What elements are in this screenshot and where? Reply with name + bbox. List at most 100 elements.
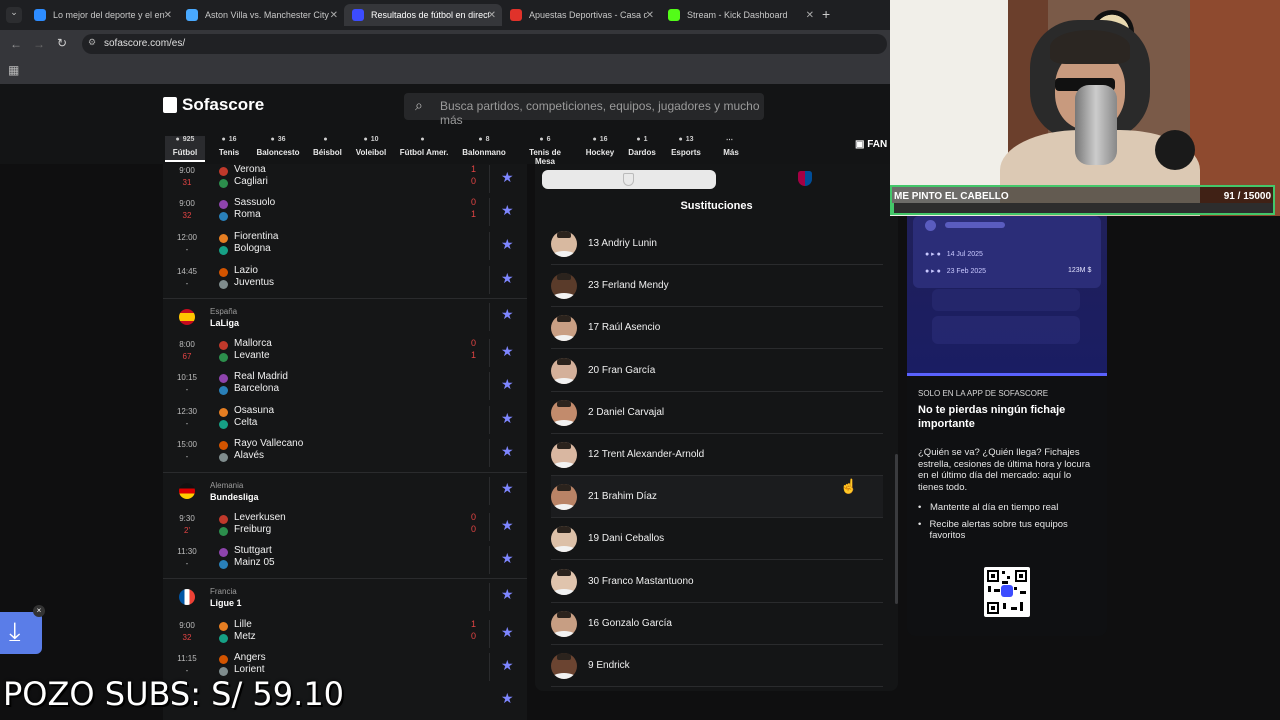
home-score: 0 [471, 197, 477, 207]
substitute-row[interactable]: 16 Gonzalo García [551, 603, 883, 645]
forward-icon[interactable]: → [33, 37, 45, 51]
baseball-icon: ● [323, 136, 328, 143]
league-header[interactable]: Alemania Bundesliga ★ [163, 472, 527, 507]
search-input[interactable]: ⌕ Busca partidos, competiciones, equipos… [404, 93, 764, 127]
favorite-star-icon[interactable]: ★ [501, 306, 514, 323]
match-row[interactable]: 10:15 - Real Madrid Barcelona ★ [163, 370, 527, 403]
player-avatar [551, 357, 577, 384]
row-divider [489, 266, 490, 294]
sport-tab-more[interactable]: ⋯ Más [720, 136, 742, 162]
sport-tab-tennis[interactable]: ● 16 Tenis [214, 136, 244, 162]
substitute-row[interactable]: 19 Dani Ceballos [551, 518, 883, 561]
favorite-star-icon[interactable]: ★ [501, 410, 514, 427]
browser-tab[interactable]: Stream - Kick Dashboard ✕ [660, 4, 820, 26]
sport-tab-football[interactable]: ● 925 Fútbol [165, 136, 205, 162]
sport-tab-volleyball[interactable]: ● 10 Voleibol [355, 136, 387, 162]
browser-tab[interactable]: Aston Villa vs. Manchester City ✕ [178, 4, 344, 26]
player-avatar [551, 653, 577, 679]
favorite-star-icon[interactable]: ★ [501, 236, 514, 253]
fan-button[interactable]: ▣ FAN [855, 139, 887, 150]
match-row[interactable]: 14:45 - Lazio Juventus ★ [163, 264, 527, 297]
match-row[interactable]: 12:30 - Osasuna Celta ★ [163, 404, 527, 437]
url-text: sofascore.com/es/ [104, 38, 186, 49]
favorite-star-icon[interactable]: ★ [501, 624, 514, 641]
match-row[interactable]: 11:30 - Stuttgart Mainz 05 ★ [163, 544, 527, 577]
favorite-star-icon[interactable]: ★ [501, 550, 514, 567]
browser-tab[interactable]: Lo mejor del deporte y el entre ✕ [26, 4, 178, 26]
match-status: 31 [182, 178, 192, 187]
favorite-star-icon[interactable]: ★ [501, 657, 514, 674]
tab-close-icon[interactable]: ✕ [330, 10, 338, 21]
tab-close-icon[interactable]: ✕ [806, 10, 814, 21]
panel-scrollbar[interactable] [895, 454, 898, 604]
apps-grid-icon[interactable]: ▦ [8, 63, 19, 77]
new-tab-icon[interactable]: + [822, 6, 830, 22]
favorite-star-icon[interactable]: ★ [501, 376, 514, 393]
tab-search-icon[interactable]: ⌄ [6, 7, 22, 23]
esports-icon: ● [678, 136, 683, 143]
team-tab-home[interactable] [542, 170, 716, 189]
home-crest-icon [219, 268, 228, 277]
match-row[interactable]: 12:00 - Fiorentina Bologna ★ [163, 230, 527, 263]
match-row[interactable]: 9:30 2' Leverkusen Freiburg 0 0 ★ [163, 511, 527, 544]
site-info-icon[interactable]: ⚙ [88, 37, 96, 48]
back-icon[interactable]: ← [10, 37, 22, 51]
tab-close-icon[interactable]: ✕ [488, 10, 496, 21]
player-name: 2 Daniel Carvajal [588, 406, 665, 418]
favorite-star-icon[interactable]: ★ [501, 517, 514, 534]
sofascore-logo[interactable]: Sofascore [163, 95, 264, 115]
match-row[interactable]: 9:00 32 Sassuolo Roma 0 1 ★ [163, 196, 527, 229]
sport-tab-baseball[interactable]: ● Béisbol [313, 136, 342, 162]
substitute-row[interactable]: 13 Andriy Lunin [551, 223, 883, 265]
sport-tab-esports[interactable]: ● 13 Esports [670, 136, 702, 162]
league-header[interactable]: Francia Ligue 1 ★ [163, 578, 527, 613]
sport-tab-american-football[interactable]: ● Fútbol Amer. [399, 136, 449, 162]
substitute-row[interactable]: 20 Fran García [551, 350, 883, 392]
favorite-star-icon[interactable]: ★ [501, 169, 514, 186]
close-icon[interactable]: × [33, 605, 45, 617]
tab-close-icon[interactable]: ✕ [164, 10, 172, 21]
match-status: 32 [182, 211, 192, 220]
match-row[interactable]: 8:00 67 Mallorca Levante 0 1 ★ [163, 337, 527, 370]
sport-tab-table-tennis[interactable]: ● 6 Tenis de Mesa [518, 136, 572, 166]
substitute-row[interactable]: 9 Endrick [551, 645, 883, 687]
substitute-row[interactable]: 23 Ferland Mendy [551, 265, 883, 308]
substitute-row[interactable]: 30 Franco Mastantuono [551, 561, 883, 603]
browser-tab[interactable]: Apuestas Deportivas - Casa de ✕ [502, 4, 660, 26]
match-row[interactable]: 9:00 32 Lille Metz 1 0 ★ [163, 618, 527, 651]
home-crest-icon [219, 548, 228, 557]
sport-tab-handball[interactable]: ● 8 Balonmano [461, 136, 507, 162]
reload-icon[interactable]: ↻ [57, 36, 67, 50]
browser-tab[interactable]: Resultados de fútbol en directo ✕ [344, 4, 502, 26]
row-divider [489, 546, 490, 574]
sport-tab-basketball[interactable]: ● 36 Baloncesto [256, 136, 300, 162]
substitute-row[interactable]: 17 Raúl Asencio [551, 307, 883, 350]
substitute-row[interactable]: 2 Daniel Carvajal [551, 392, 883, 434]
cam-label: ME PINTO EL CABELLO [894, 191, 1009, 202]
player-name: 21 Brahim Díaz [588, 491, 657, 503]
url-field[interactable]: ⚙ sofascore.com/es/ [82, 34, 887, 54]
favorite-star-icon[interactable]: ★ [501, 343, 514, 360]
league-header[interactable]: España LaLiga ★ [163, 298, 527, 333]
favorite-star-icon[interactable]: ★ [501, 202, 514, 219]
tab-close-icon[interactable]: ✕ [646, 10, 654, 21]
substitute-row[interactable]: 21 Brahim Díaz [551, 476, 883, 519]
match-row[interactable]: 9:00 31 Verona Cagliari 1 0 ★ [163, 164, 527, 196]
download-widget[interactable]: ⤓ [0, 612, 42, 654]
match-row[interactable]: 15:00 - Rayo Vallecano Alavés ★ [163, 437, 527, 470]
favorite-star-icon[interactable]: ★ [501, 690, 514, 707]
away-team: Cagliari [234, 176, 268, 187]
home-team: Stuttgart [234, 545, 272, 556]
sport-label: Dardos [628, 148, 656, 157]
promo-illustration: ● ▸ ● 14 Jul 2025 ● ▸ ● 23 Feb 2025 123M… [907, 216, 1107, 376]
substitute-row[interactable]: 12 Trent Alexander-Arnold [551, 434, 883, 476]
sport-tab-darts[interactable]: ● 1 Dardos [628, 136, 656, 162]
favorite-star-icon[interactable]: ★ [501, 480, 514, 497]
barcelona-crest-icon[interactable] [798, 171, 812, 186]
favorite-star-icon[interactable]: ★ [501, 270, 514, 287]
tab-title: Aston Villa vs. Manchester City [205, 10, 329, 20]
player-name: 13 Andriy Lunin [588, 238, 657, 249]
sport-tab-hockey[interactable]: ● 16 Hockey [585, 136, 615, 162]
favorite-star-icon[interactable]: ★ [501, 586, 514, 603]
favorite-star-icon[interactable]: ★ [501, 443, 514, 460]
